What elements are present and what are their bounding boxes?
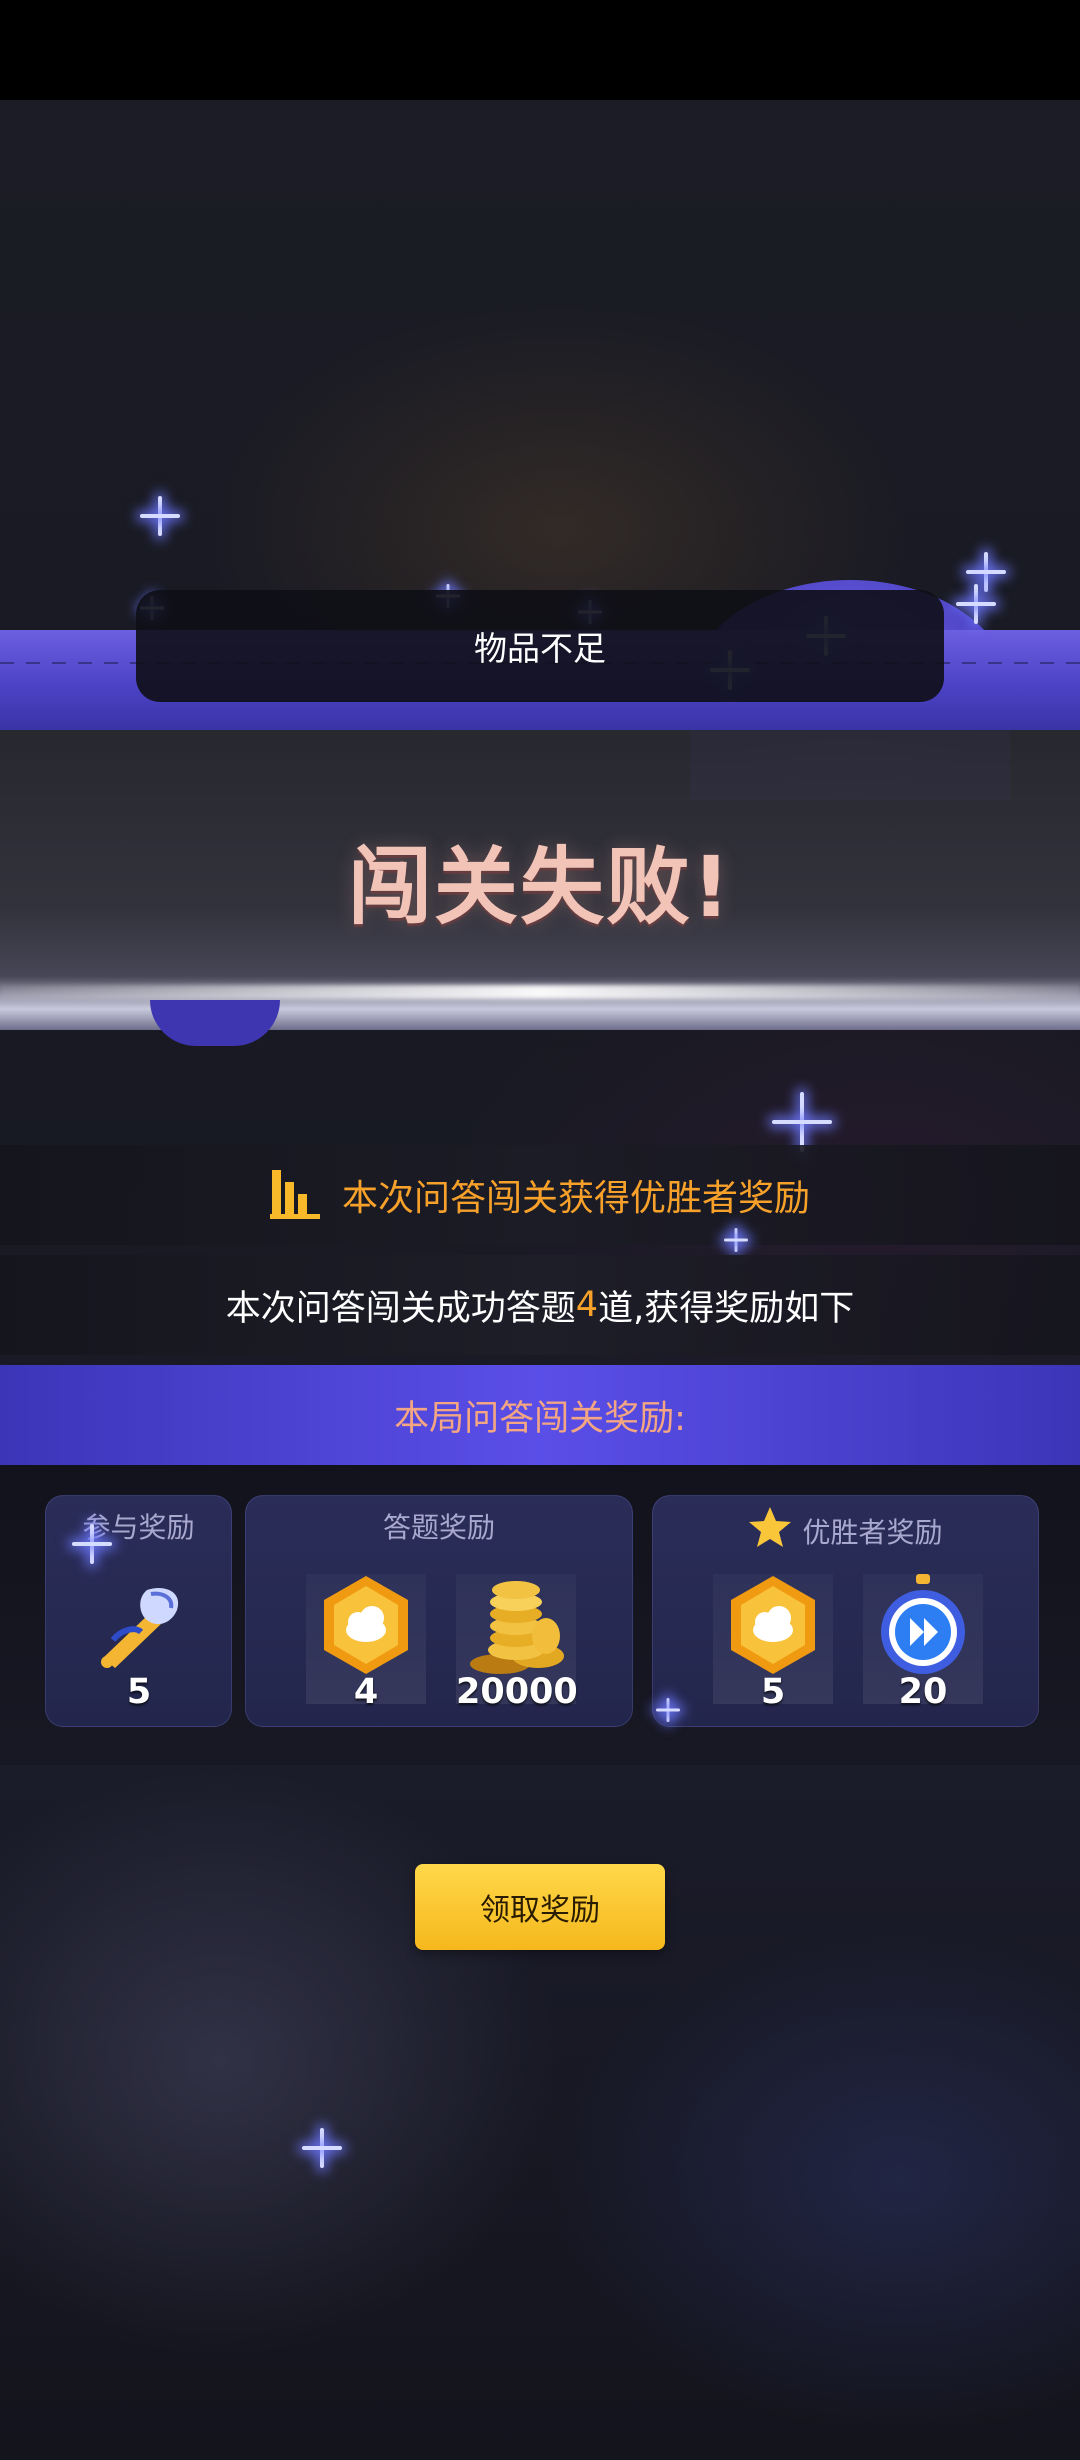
reward-item[interactable]: 20000: [456, 1574, 578, 1722]
reward-count: 5: [760, 1672, 786, 1712]
sparkle-icon: [302, 2128, 342, 2168]
status-bar: [0, 0, 1080, 100]
sparkle-icon: [956, 584, 996, 624]
answer-summary: 本次问答闯关成功答题 4 道,获得奖励如下: [0, 1255, 1080, 1355]
result-title: 闯关失败!: [347, 838, 733, 936]
sparkle-icon: [656, 1698, 680, 1722]
reward-count: 20: [898, 1672, 948, 1712]
summary-suffix: 道,获得奖励如下: [598, 1288, 855, 1329]
reward-count: 4: [353, 1672, 379, 1712]
gold-coins-icon: [460, 1576, 572, 1680]
sparkle-icon: [724, 1228, 748, 1252]
toast-text: 物品不足: [474, 629, 606, 668]
game-screen: 物品不足 闯关失败! 本次问答闯关获得优胜者奖励 本次问答闯关成功答题 4 道,获得…: [0, 0, 1080, 2460]
gold-hexagon-badge-icon: [320, 1574, 412, 1680]
rewards-header: 本局问答闯关奖励:: [0, 1365, 1080, 1465]
claim-reward-button[interactable]: 领取奖励: [415, 1864, 665, 1950]
summary-prefix: 本次问答闯关成功答题: [225, 1288, 576, 1329]
reward-count: 5: [126, 1672, 152, 1712]
card-title: 答题奖励: [382, 1511, 495, 1544]
fast-forward-stopwatch-icon: [876, 1574, 970, 1680]
winner-banner: 本次问答闯关获得优胜者奖励: [0, 1145, 1080, 1245]
reward-item[interactable]: 5: [79, 1574, 199, 1722]
bar-chart-icon: [269, 1170, 320, 1220]
reward-item[interactable]: 20: [863, 1574, 983, 1722]
summary-count: 4: [575, 1285, 599, 1325]
reward-item[interactable]: 5: [713, 1574, 833, 1722]
sparkle-icon: [72, 1524, 112, 1564]
answer-reward-card: 答题奖励 4 20000: [245, 1495, 633, 1727]
reward-item[interactable]: 4: [306, 1574, 426, 1722]
sparkle-icon: [140, 496, 180, 536]
sparkle-icon: [772, 1092, 832, 1152]
card-title-text: 优胜者奖励: [802, 1516, 943, 1549]
winner-banner-text: 本次问答闯关获得优胜者奖励: [341, 1178, 810, 1219]
star-icon: [748, 1506, 792, 1555]
card-title: 优胜者奖励: [653, 1506, 1038, 1555]
winner-reward-card: 优胜者奖励 5 20: [652, 1495, 1039, 1727]
reward-count: 20000: [456, 1672, 578, 1712]
toast-message: 物品不足: [136, 590, 944, 702]
gold-hexagon-badge-icon: [727, 1574, 819, 1680]
result-banner-glow: [0, 985, 1080, 999]
horn-feather-icon: [91, 1580, 187, 1676]
rewards-header-text: 本局问答闯关奖励:: [394, 1398, 686, 1439]
